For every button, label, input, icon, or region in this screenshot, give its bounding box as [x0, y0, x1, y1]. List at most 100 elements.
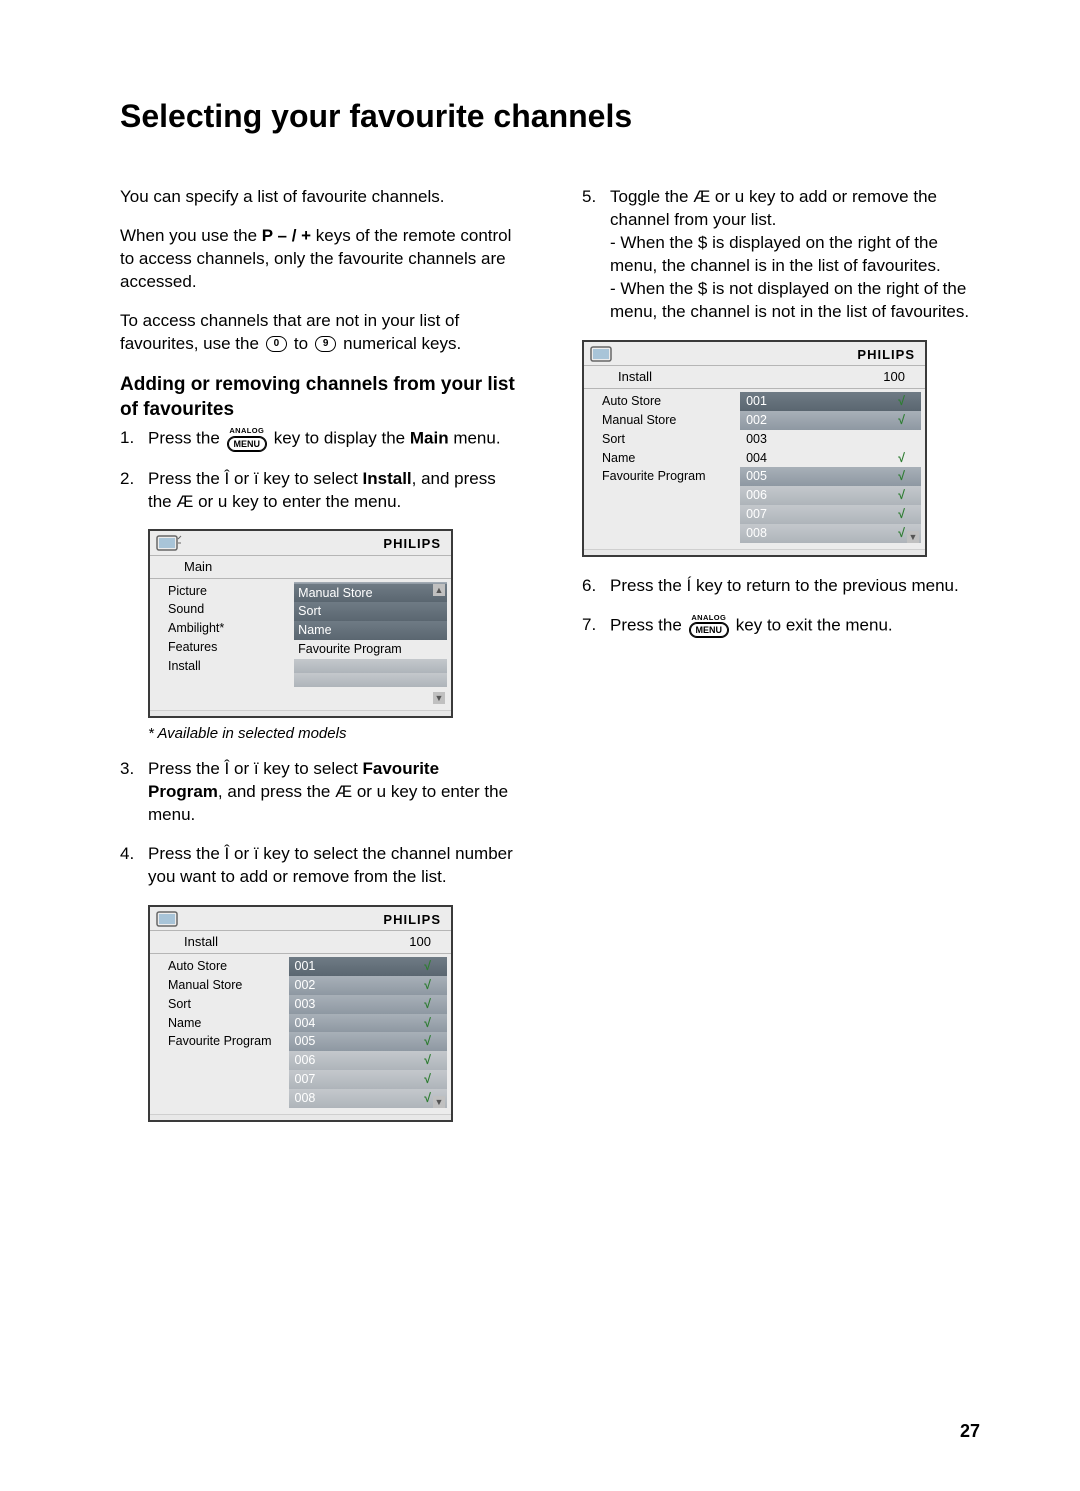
s2f: Install: [363, 469, 412, 488]
step-6: 6. Press the Í key to return to the prev…: [582, 575, 980, 598]
tv-icon: [156, 533, 182, 555]
step-7: 7. Press the ANALOGMENU key to exit the …: [582, 614, 980, 639]
tv-row: Install: [164, 657, 292, 676]
tv-icon: [156, 909, 182, 931]
tv-row: [598, 514, 738, 528]
tv-row: [164, 1051, 287, 1065]
check-icon: √: [898, 393, 905, 410]
step-4: 4. Press the Î or ï key to select the ch…: [120, 843, 518, 889]
tv-row: [294, 673, 447, 687]
s5c: or: [710, 187, 735, 206]
right-key-icon: Æ: [693, 187, 710, 206]
step-num: 4.: [120, 843, 134, 866]
tv-row: Picture: [164, 582, 292, 601]
tv-row: [164, 1079, 287, 1093]
scroll-down-icon: ▼: [433, 1096, 445, 1108]
steps-left-cont: 3. Press the Î or ï key to select Favour…: [120, 758, 518, 889]
tv-num-row: 001√: [289, 957, 447, 976]
tv-num-row: 008√: [740, 524, 921, 543]
tv-right-col: ▲ Manual Store Sort Name Favourite Progr…: [294, 582, 447, 704]
check-icon: √: [424, 996, 431, 1013]
tv-num-row: 003: [740, 430, 921, 449]
tv-num-row: 007√: [289, 1070, 447, 1089]
menu-key-icon: ANALOGMENU: [689, 614, 730, 639]
tv-panel-install-2: PHILIPS Install 100 Auto Store Manual St…: [582, 340, 927, 557]
steps-left: 1. Press the ANALOGMENU key to display t…: [120, 427, 518, 513]
tv-num-row: 007√: [740, 505, 921, 524]
step-1: 1. Press the ANALOGMENU key to display t…: [120, 427, 518, 452]
s7a: Press the: [610, 616, 687, 635]
tv-title-row: Main: [150, 556, 451, 579]
intro-p1: You can specify a list of favourite chan…: [120, 186, 518, 209]
tv-top: PHILIPS: [584, 342, 925, 367]
tv-row: [598, 486, 738, 500]
ok-key-icon: u: [218, 492, 227, 511]
check-icon: √: [424, 958, 431, 975]
tv-bottom: [584, 549, 925, 555]
check-icon: √: [424, 1052, 431, 1069]
tv-row: Manual Store: [598, 411, 738, 430]
num: 002: [746, 412, 767, 429]
s5a: Toggle the: [610, 187, 693, 206]
num: 003: [746, 431, 767, 448]
tv-left-col: Picture Sound Ambilight* Features Instal…: [164, 582, 294, 704]
page-number: 27: [960, 1419, 980, 1443]
footnote: * Available in selected models: [148, 724, 518, 744]
check-icon: √: [424, 1015, 431, 1032]
tv-row: Manual Store: [294, 584, 447, 603]
intro-p3b: to: [289, 334, 313, 353]
brand: PHILIPS: [383, 535, 441, 553]
brand: PHILIPS: [857, 346, 915, 364]
s2c: or: [229, 469, 254, 488]
tv-num-row: 006√: [740, 486, 921, 505]
step-num: 2.: [120, 468, 134, 491]
left-column: You can specify a list of favourite chan…: [120, 186, 518, 1126]
check-icon: √: [898, 412, 905, 429]
menu-key-icon: ANALOGMENU: [227, 427, 268, 452]
num: 005: [746, 468, 767, 485]
tv-row: Name: [164, 1014, 287, 1033]
tv-panel-install-1: PHILIPS Install 100 Auto Store Manual St…: [148, 905, 453, 1122]
tv-bottom: [150, 1114, 451, 1120]
subhead: Adding or removing channels from your li…: [120, 372, 518, 423]
step-num: 5.: [582, 186, 596, 209]
tv-row: Name: [294, 621, 447, 640]
check-icon: √: [898, 525, 905, 542]
check-icon: √: [898, 468, 905, 485]
s1d: menu.: [449, 429, 501, 448]
s2i: or: [193, 492, 218, 511]
key-0: 0: [266, 336, 288, 352]
tv-title: Install: [618, 368, 652, 386]
tv-row: [294, 659, 447, 673]
menu-oval: MENU: [227, 436, 268, 452]
tv-num-row: 006√: [289, 1051, 447, 1070]
tv-row: Ambilight*: [164, 619, 292, 638]
step-5: 5. Toggle the Æ or u key to add or remov…: [582, 186, 980, 324]
tv-row: Auto Store: [598, 392, 738, 411]
tv-right-col: ▲ 001√ 002√ 003 004√ 005√ 006√ 007√ 008√…: [740, 392, 921, 543]
tv-body: Auto Store Manual Store Sort Name Favour…: [584, 389, 925, 549]
step-2: 2. Press the Î or ï key to select Instal…: [120, 468, 518, 514]
ok-key-icon: u: [377, 782, 386, 801]
tv-bottom: [150, 710, 451, 716]
tv-num-row: 004√: [289, 1014, 447, 1033]
step-num: 3.: [120, 758, 134, 781]
key-9: 9: [315, 336, 337, 352]
step-num: 6.: [582, 575, 596, 598]
intro-p2: When you use the P – / + keys of the rem…: [120, 225, 518, 294]
tv-num-row: 002√: [289, 976, 447, 995]
tv-row: Favourite Program: [294, 640, 447, 659]
tv-top: PHILIPS: [150, 907, 451, 932]
tv-title: Main: [184, 558, 212, 576]
tv-row: [164, 690, 292, 704]
num: 006: [746, 487, 767, 504]
check-icon: √: [424, 977, 431, 994]
tv-num-row: 002 √: [740, 411, 921, 430]
s3a: Press the: [148, 759, 225, 778]
s3e: key to select: [259, 759, 363, 778]
scroll-down-icon: ▼: [907, 531, 919, 543]
s1c: Main: [410, 429, 449, 448]
s5f: - When the: [610, 233, 698, 252]
check-icon: √: [898, 450, 905, 467]
tv-body: Auto Store Manual Store Sort Name Favour…: [150, 954, 451, 1114]
